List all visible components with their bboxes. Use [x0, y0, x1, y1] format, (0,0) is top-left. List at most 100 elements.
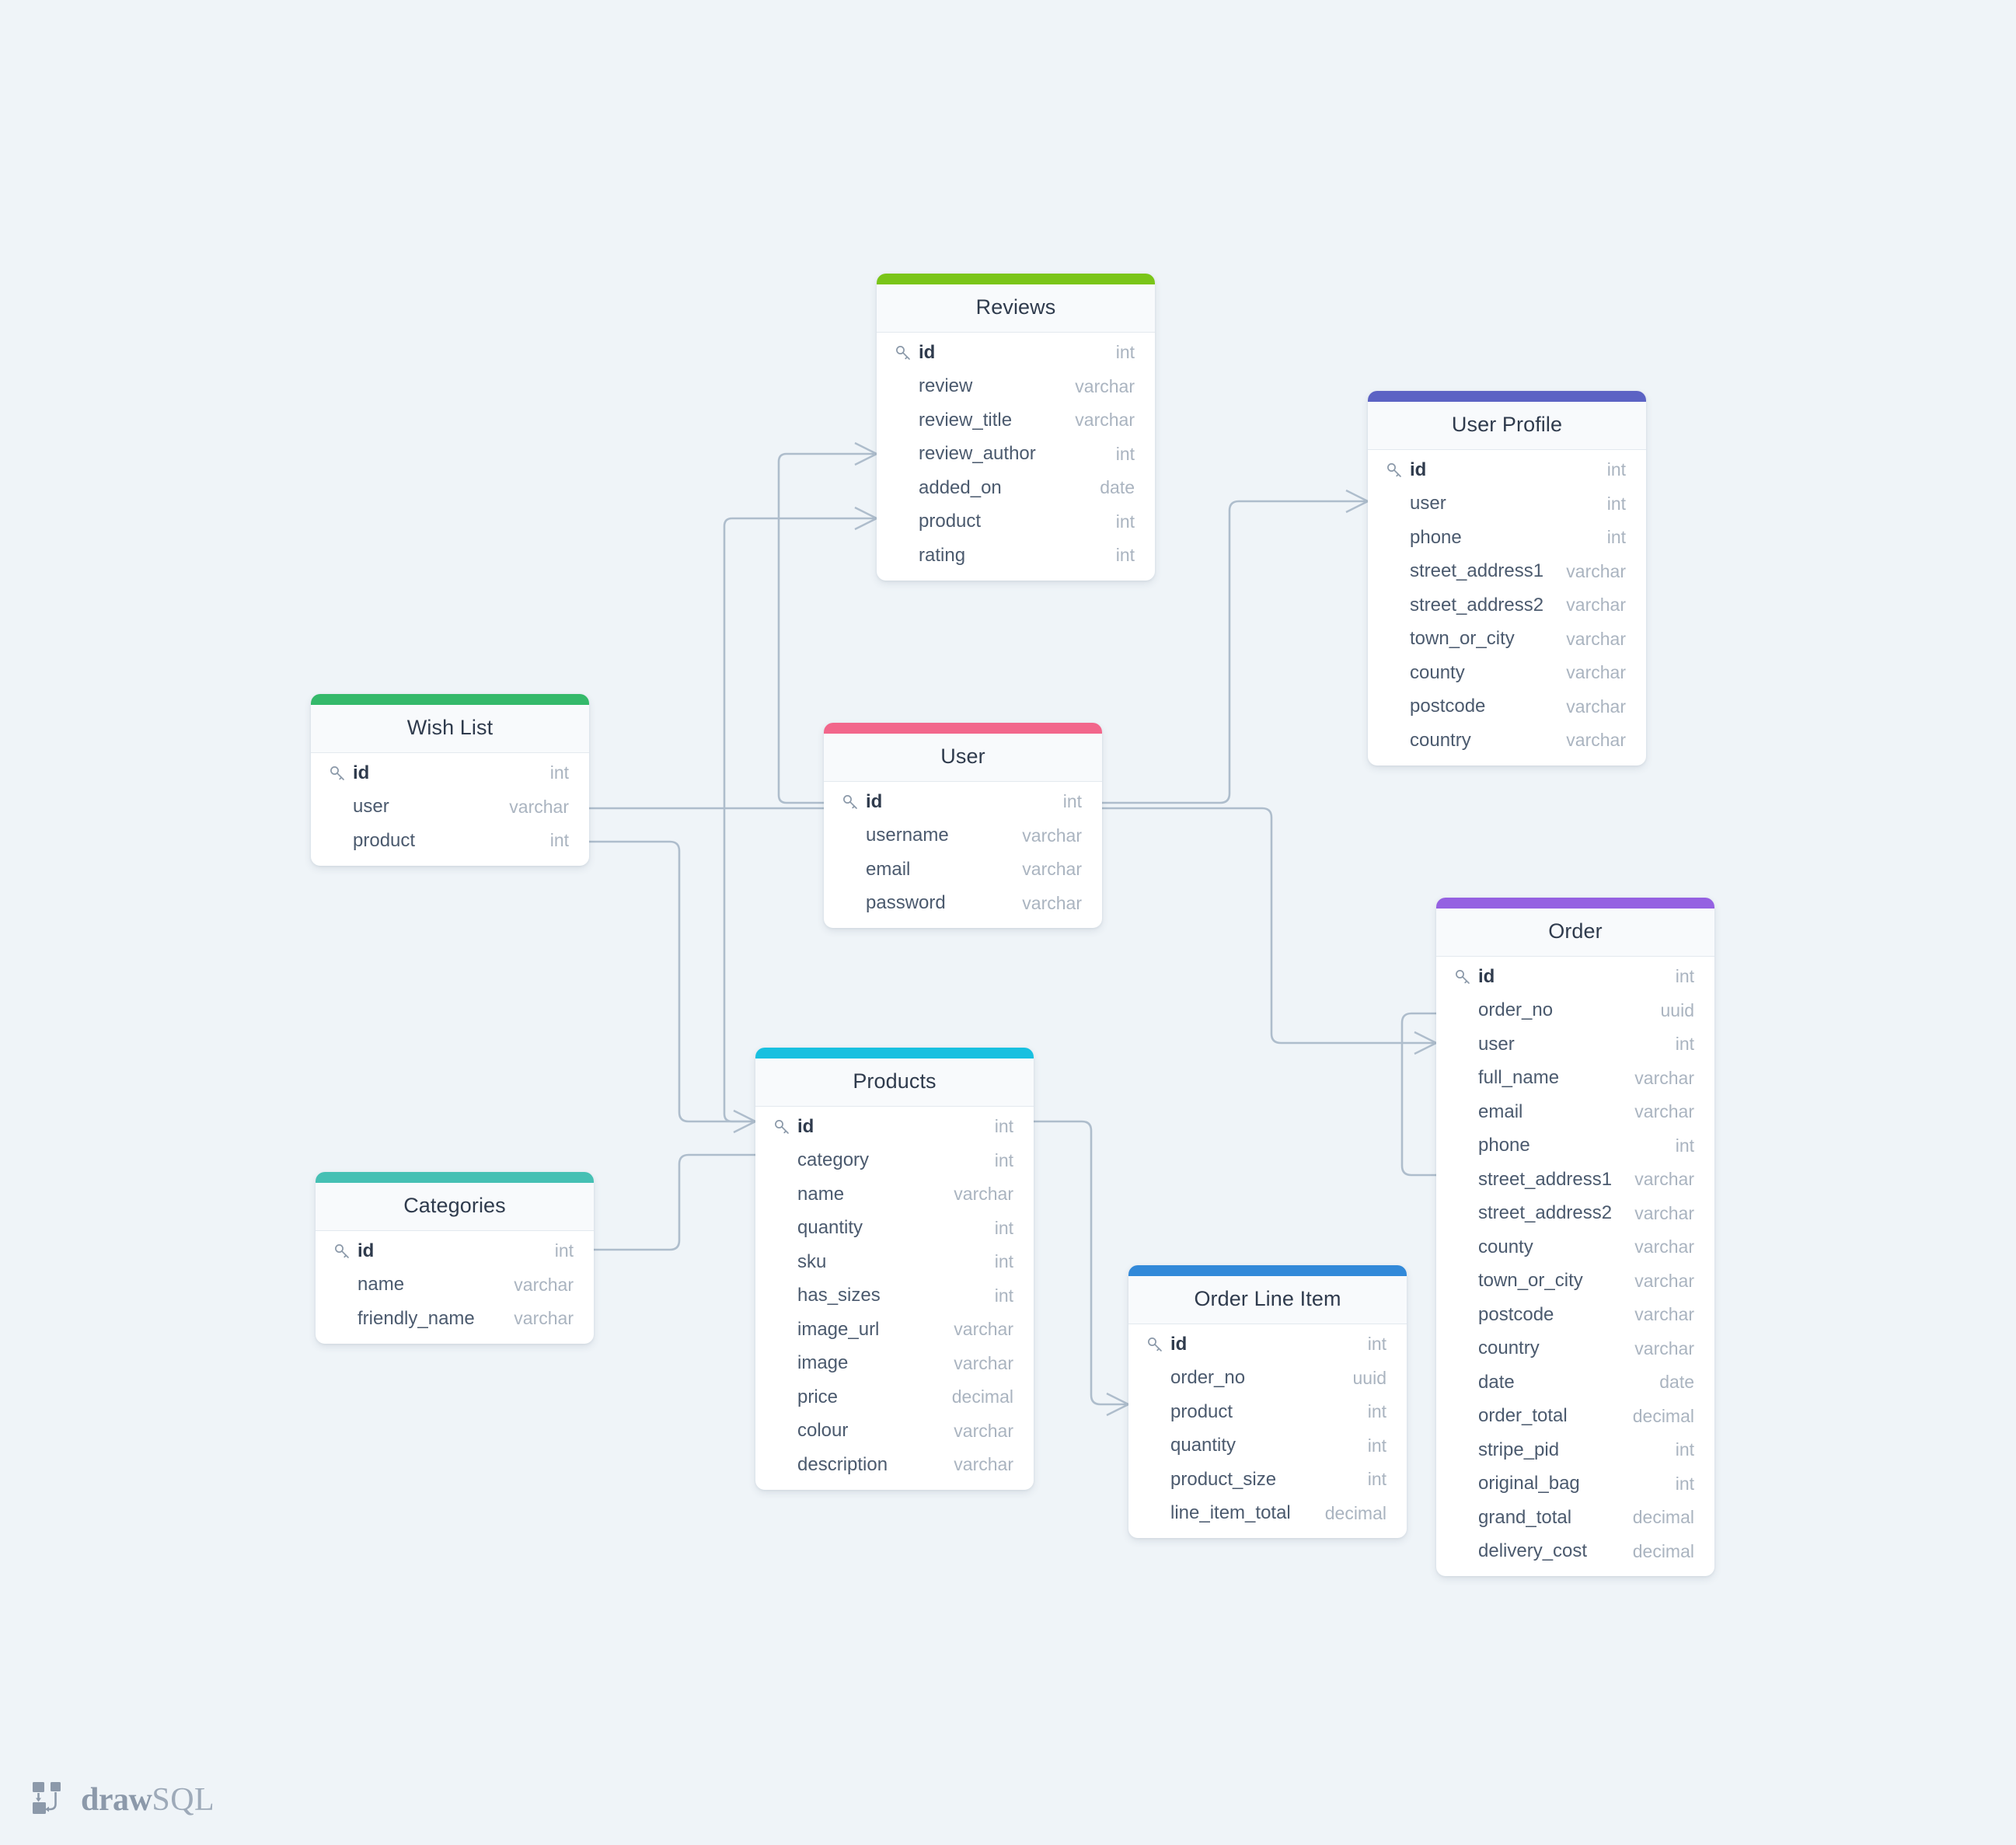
table-column-row[interactable]: order_no uuid — [1436, 994, 1714, 1028]
table-column-row[interactable]: id int — [824, 785, 1102, 819]
table-column-row[interactable]: quantity int — [755, 1212, 1034, 1246]
table-columns: id int user varchar product int — [311, 753, 589, 866]
erd-table[interactable]: User Profile id int user int phone int street_a… — [1368, 391, 1646, 766]
table-column-row[interactable]: review varchar — [877, 370, 1155, 404]
table-column-row[interactable]: line_item_total decimal — [1128, 1497, 1407, 1531]
table-column-row[interactable]: full_name varchar — [1436, 1062, 1714, 1096]
table-column-row[interactable]: colour varchar — [755, 1414, 1034, 1449]
table-column-row[interactable]: country varchar — [1368, 724, 1646, 758]
column-type: varchar — [1634, 1270, 1694, 1291]
table-column-row[interactable]: email varchar — [824, 853, 1102, 887]
column-type: int — [1675, 1439, 1694, 1460]
table-column-row[interactable]: username varchar — [824, 819, 1102, 853]
table-column-row[interactable]: phone int — [1436, 1129, 1714, 1163]
table-column-row[interactable]: user varchar — [311, 790, 589, 825]
table-column-row[interactable]: postcode varchar — [1436, 1298, 1714, 1332]
table-column-row[interactable]: image varchar — [755, 1347, 1034, 1381]
column-name: review_title — [919, 409, 1013, 431]
table-column-row[interactable]: id int — [311, 756, 589, 790]
table-column-row[interactable]: delivery_cost decimal — [1436, 1535, 1714, 1569]
table-column-row[interactable]: rating int — [877, 539, 1155, 573]
table-column-row[interactable]: order_total decimal — [1436, 1400, 1714, 1434]
column-name: id — [1478, 965, 1495, 987]
column-type: int — [1367, 1401, 1386, 1422]
column-type: varchar — [1566, 730, 1626, 751]
table-column-row[interactable]: id int — [1128, 1327, 1407, 1362]
table-column-row[interactable]: added_on date — [877, 471, 1155, 505]
table-column-row[interactable]: category int — [755, 1144, 1034, 1178]
table-column-row[interactable]: id int — [877, 336, 1155, 370]
column-type: varchar — [509, 796, 569, 817]
logo-word-sql: SQL — [152, 1782, 215, 1818]
table-column-row[interactable]: street_address1 varchar — [1368, 555, 1646, 589]
table-column-row[interactable]: image_url varchar — [755, 1313, 1034, 1347]
table-column-row[interactable]: sku int — [755, 1245, 1034, 1279]
erd-table[interactable]: Categories id int name varchar friendly_name v… — [316, 1172, 594, 1344]
table-title: Reviews — [877, 284, 1155, 333]
table-column-row[interactable]: password varchar — [824, 887, 1102, 921]
table-column-row[interactable]: order_no uuid — [1128, 1362, 1407, 1396]
table-column-row[interactable]: product int — [311, 824, 589, 858]
table-column-row[interactable]: review_title varchar — [877, 403, 1155, 438]
table-column-row[interactable]: grand_total decimal — [1436, 1501, 1714, 1535]
column-name: delivery_cost — [1478, 1540, 1588, 1562]
table-column-row[interactable]: street_address2 varchar — [1436, 1197, 1714, 1231]
table-column-row[interactable]: country varchar — [1436, 1332, 1714, 1366]
table-column-row[interactable]: date date — [1436, 1365, 1714, 1400]
table-column-row[interactable]: email varchar — [1436, 1095, 1714, 1129]
column-name: id — [1410, 459, 1427, 480]
column-name: phone — [1478, 1135, 1530, 1156]
table-column-row[interactable]: price decimal — [755, 1380, 1034, 1414]
column-name: id — [358, 1240, 375, 1261]
column-type: varchar — [954, 1184, 1013, 1205]
table-column-row[interactable]: review_author int — [877, 438, 1155, 472]
table-column-row[interactable]: name varchar — [316, 1268, 594, 1303]
table-column-row[interactable]: has_sizes int — [755, 1279, 1034, 1313]
table-column-row[interactable]: product int — [1128, 1395, 1407, 1429]
column-type: date — [1100, 477, 1135, 498]
table-column-row[interactable]: id int — [755, 1110, 1034, 1144]
table-column-row[interactable]: product int — [877, 505, 1155, 539]
column-name: id — [353, 762, 370, 783]
table-column-row[interactable]: id int — [1436, 960, 1714, 994]
table-column-row[interactable]: county varchar — [1368, 656, 1646, 690]
primary-key-icon — [1453, 967, 1474, 987]
column-name: category — [797, 1149, 870, 1171]
table-column-row[interactable]: original_bag int — [1436, 1467, 1714, 1501]
erd-table[interactable]: Wish List id int user varchar product int — [311, 694, 589, 866]
column-type: varchar — [1634, 1304, 1694, 1325]
table-column-row[interactable]: product_size int — [1128, 1463, 1407, 1497]
column-type: varchar — [1634, 1236, 1694, 1257]
erd-table[interactable]: User id int username varchar email varchar pass… — [824, 723, 1102, 928]
table-column-row[interactable]: friendly_name varchar — [316, 1302, 594, 1336]
column-name: has_sizes — [797, 1285, 881, 1306]
column-name: order_total — [1478, 1405, 1568, 1427]
erd-table[interactable]: Order Line Item id int order_no uuid product i… — [1128, 1265, 1407, 1538]
erd-table[interactable]: Products id int category int name varchar quant… — [755, 1048, 1034, 1490]
table-column-row[interactable]: street_address2 varchar — [1368, 588, 1646, 623]
column-type: varchar — [954, 1319, 1013, 1340]
table-column-row[interactable]: street_address1 varchar — [1436, 1163, 1714, 1197]
table-columns: id int order_no uuid product int quantity int pr… — [1128, 1324, 1407, 1538]
column-type: int — [994, 1285, 1013, 1306]
table-columns: id int category int name varchar quantity int sk… — [755, 1107, 1034, 1490]
table-column-row[interactable]: postcode varchar — [1368, 690, 1646, 724]
table-column-row[interactable]: quantity int — [1128, 1429, 1407, 1463]
table-column-row[interactable]: description varchar — [755, 1448, 1034, 1482]
erd-table[interactable]: Order id int order_no uuid user int full_name va… — [1436, 898, 1714, 1576]
table-column-row[interactable]: town_or_city varchar — [1436, 1264, 1714, 1299]
table-column-row[interactable]: stripe_pid int — [1436, 1433, 1714, 1467]
table-column-row[interactable]: name varchar — [755, 1177, 1034, 1212]
drawsql-wordmark: drawSQL — [81, 1783, 215, 1816]
table-column-row[interactable]: user int — [1436, 1027, 1714, 1062]
erd-table[interactable]: Reviews id int review varchar review_title var… — [877, 274, 1155, 581]
table-column-row[interactable]: id int — [1368, 453, 1646, 487]
table-column-row[interactable]: county varchar — [1436, 1230, 1714, 1264]
table-column-row[interactable]: id int — [316, 1234, 594, 1268]
erd-canvas[interactable]: Reviews id int review varchar review_title var… — [0, 0, 2016, 1845]
column-name: rating — [919, 544, 966, 566]
table-column-row[interactable]: phone int — [1368, 521, 1646, 555]
table-column-row[interactable]: user int — [1368, 487, 1646, 521]
column-type: varchar — [1022, 892, 1082, 913]
table-column-row[interactable]: town_or_city varchar — [1368, 623, 1646, 657]
